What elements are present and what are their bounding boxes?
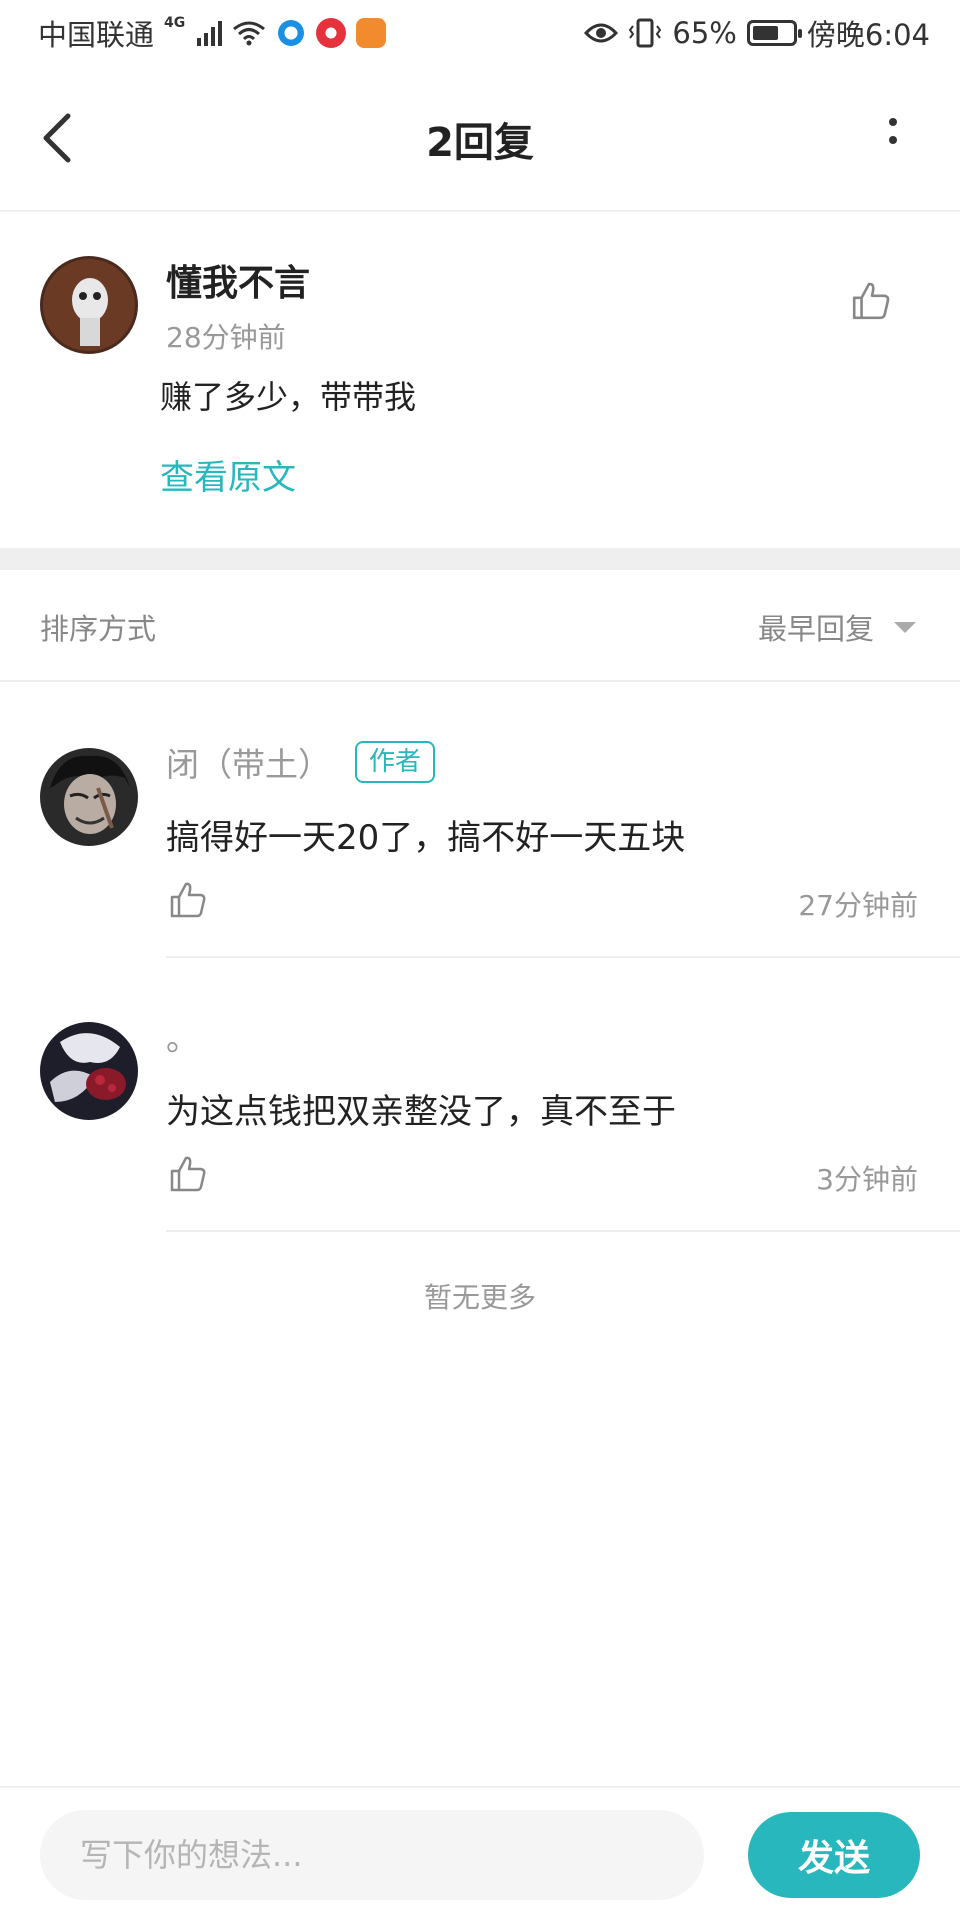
comment-time: 28分钟前 <box>166 321 286 354</box>
reply-author-row: 。 <box>166 1012 199 1060</box>
comment-input[interactable] <box>40 1810 704 1900</box>
reply-text: 搞得好一天20了，搞不好一天五块 <box>166 818 686 858</box>
reply-text: 为这点钱把双亲整没了，真不至于 <box>166 1092 676 1132</box>
sort-bar: 排序方式 最早回复 <box>0 570 960 682</box>
reply-item: 闭（带土） 作者 搞得好一天20了，搞不好一天五块 27分钟前 <box>0 684 960 958</box>
no-more-label: 暂无更多 <box>423 1281 536 1314</box>
avatar[interactable] <box>40 1022 138 1120</box>
reply-author[interactable]: 。 <box>166 1012 199 1060</box>
network-type: 4G <box>164 15 186 31</box>
author-badge: 作者 <box>355 741 436 783</box>
sort-label: 排序方式 <box>40 612 157 646</box>
video-app-icon <box>316 18 347 48</box>
reply-item: 。 为这点钱把双亲整没了，真不至于 3分钟前 <box>0 958 960 1232</box>
carrier-label: 中国联通 <box>38 18 155 52</box>
avatar[interactable] <box>40 256 138 354</box>
thumbs-up-icon[interactable] <box>168 880 208 920</box>
player-app-icon <box>356 18 387 48</box>
thumbs-up-icon[interactable] <box>850 280 892 322</box>
original-comment: 懂我不言 28分钟前 赚了多少，带带我 查看原文 <box>0 212 960 548</box>
battery-icon <box>746 20 802 46</box>
eye-icon <box>584 23 619 43</box>
comment-text: 赚了多少，带带我 <box>160 378 417 416</box>
clock: 傍晚6:04 <box>806 18 930 52</box>
status-bar: 中国联通 4G 65% 傍晚6:04 <box>0 0 960 66</box>
more-options-icon[interactable] <box>888 118 898 152</box>
battery-percent: 65% <box>672 16 737 50</box>
caret-down-icon[interactable] <box>894 622 916 633</box>
thumbs-up-icon[interactable] <box>168 1154 208 1194</box>
top-nav-bar: 2回复 <box>0 66 960 212</box>
avatar[interactable] <box>40 748 138 846</box>
reply-time: 27分钟前 <box>798 889 918 922</box>
row-divider <box>166 1230 960 1232</box>
section-divider <box>0 548 960 570</box>
reply-time: 3分钟前 <box>816 1163 918 1196</box>
signal-icon <box>197 20 223 46</box>
vibrate-icon <box>629 18 662 48</box>
sort-dropdown[interactable]: 最早回复 <box>758 606 874 648</box>
send-button[interactable]: 发送 <box>748 1812 920 1898</box>
reply-author[interactable]: 闭（带土） <box>166 738 331 786</box>
reply-author-row: 闭（带土） 作者 <box>166 738 436 786</box>
page-title: 2回复 <box>426 120 534 166</box>
comment-author[interactable]: 懂我不言 <box>166 254 310 306</box>
view-original-link[interactable]: 查看原文 <box>160 450 296 499</box>
wifi-icon <box>233 21 266 46</box>
browser-app-icon <box>276 18 307 48</box>
comment-composer: 发送 <box>0 1786 960 1920</box>
